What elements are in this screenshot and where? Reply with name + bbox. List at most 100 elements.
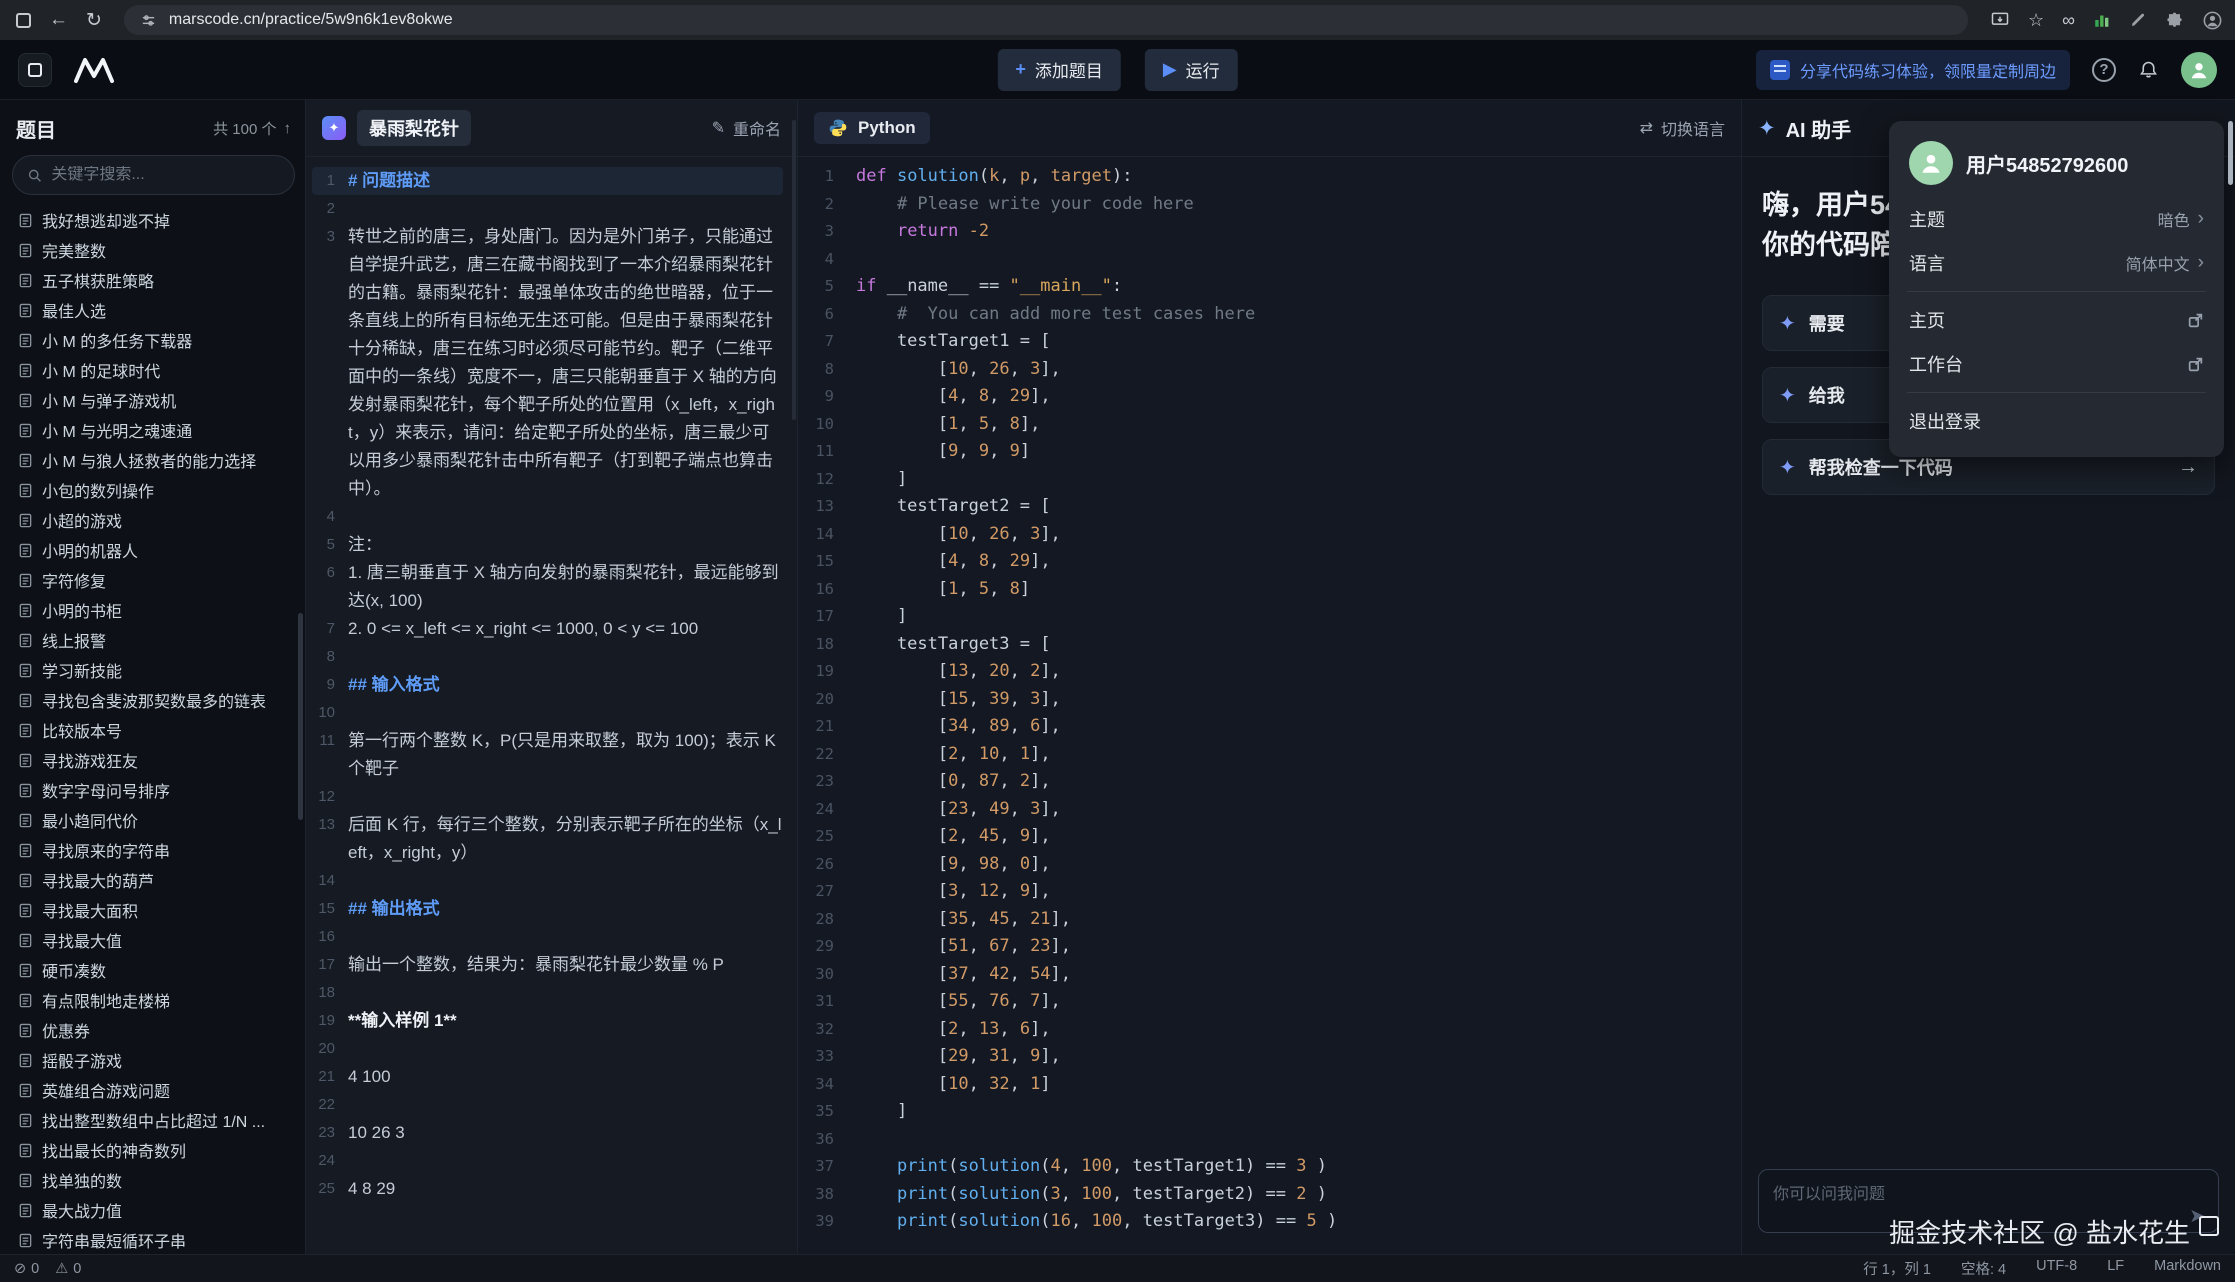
code-line[interactable]: 9 [4, 8, 29],	[798, 383, 1741, 411]
code-line[interactable]: 2 # Please write your code here	[798, 191, 1741, 219]
code-line[interactable]: 4	[798, 246, 1741, 274]
sidebar-problem-item[interactable]: 数字字母问号排序	[12, 775, 295, 805]
site-settings-icon[interactable]	[140, 12, 157, 29]
sidebar-problem-item[interactable]: 学习新技能	[12, 655, 295, 685]
switch-language-button[interactable]: ⇄ 切换语言	[1640, 116, 1725, 140]
sidebar-problem-item[interactable]: 字符串最短循环子串	[12, 1225, 295, 1254]
problem-scrollbar[interactable]	[792, 120, 796, 420]
indentation[interactable]: 空格: 4	[1961, 1258, 2006, 1279]
sidebar-problem-item[interactable]: 小 M 与狼人拯救者的能力选择	[12, 445, 295, 475]
eol[interactable]: LF	[2107, 1258, 2124, 1279]
code-line[interactable]: 16 [1, 5, 8]	[798, 576, 1741, 604]
extension-chart-icon[interactable]	[2093, 11, 2111, 29]
menu-item-logout[interactable]: 退出登录	[1907, 399, 2206, 443]
code-line[interactable]: 13 testTarget2 = [	[798, 493, 1741, 521]
sidebar-problem-item[interactable]: 寻找游戏狂友	[12, 745, 295, 775]
code-line[interactable]: 7 testTarget1 = [	[798, 328, 1741, 356]
code-line[interactable]: 37 print(solution(4, 100, testTarget1) =…	[798, 1153, 1741, 1181]
code-line[interactable]: 6 # You can add more test cases here	[798, 301, 1741, 329]
menu-item-workbench[interactable]: 工作台	[1907, 342, 2206, 386]
sidebar-problem-item[interactable]: 小 M 的多任务下载器	[12, 325, 295, 355]
notifications-bell-icon[interactable]	[2138, 59, 2159, 80]
reload-icon[interactable]: ↻	[86, 9, 102, 32]
ai-scrollbar[interactable]	[2228, 121, 2233, 185]
sidebar-problem-item[interactable]: 线上报警	[12, 625, 295, 655]
user-avatar[interactable]	[2181, 52, 2217, 88]
menu-item-language[interactable]: 语言 简体中文›	[1907, 241, 2206, 285]
sidebar-problem-item[interactable]: 最大战力值	[12, 1195, 295, 1225]
search-box[interactable]	[12, 155, 295, 195]
code-line[interactable]: 10 [1, 5, 8],	[798, 411, 1741, 439]
code-line[interactable]: 17 ]	[798, 603, 1741, 631]
sidebar-problem-item[interactable]: 五子棋获胜策略	[12, 265, 295, 295]
tab-overview-icon[interactable]	[16, 13, 31, 28]
sidebar-problem-item[interactable]: 寻找最大的葫芦	[12, 865, 295, 895]
workspace-icon[interactable]	[18, 53, 52, 87]
sidebar-problem-item[interactable]: 有点限制地走楼梯	[12, 985, 295, 1015]
cursor-position[interactable]: 行 1，列 1	[1863, 1258, 1931, 1279]
problem-title[interactable]: 暴雨梨花针	[357, 110, 471, 146]
run-button[interactable]: ▶ 运行	[1145, 49, 1238, 91]
menu-item-theme[interactable]: 主题 暗色›	[1907, 197, 2206, 241]
sidebar-problem-item[interactable]: 寻找最大面积	[12, 895, 295, 925]
sidebar-problem-item[interactable]: 字符修复	[12, 565, 295, 595]
code-line[interactable]: 21 [34, 89, 6],	[798, 713, 1741, 741]
extensions-puzzle-icon[interactable]	[2165, 11, 2184, 30]
rename-button[interactable]: ✎ 重命名	[712, 116, 781, 140]
sidebar-problem-item[interactable]: 小明的机器人	[12, 535, 295, 565]
address-bar[interactable]: marscode.cn/practice/5w9n6k1ev8okwe	[124, 5, 1968, 35]
code-line[interactable]: 30 [37, 42, 54],	[798, 961, 1741, 989]
sidebar-problem-item[interactable]: 比较版本号	[12, 715, 295, 745]
menu-item-home[interactable]: 主页	[1907, 298, 2206, 342]
encoding[interactable]: UTF-8	[2036, 1258, 2077, 1279]
code-line[interactable]: 32 [2, 13, 6],	[798, 1016, 1741, 1044]
sidebar-problem-item[interactable]: 小 M 与光明之魂速通	[12, 415, 295, 445]
extension-pen-icon[interactable]	[2129, 11, 2147, 29]
code-line[interactable]: 20 [15, 39, 3],	[798, 686, 1741, 714]
sidebar-problem-item[interactable]: 寻找包含斐波那契数最多的链表	[12, 685, 295, 715]
code-line[interactable]: 34 [10, 32, 1]	[798, 1071, 1741, 1099]
marscode-logo[interactable]	[72, 55, 118, 85]
file-language[interactable]: Markdown	[2154, 1258, 2221, 1279]
code-line[interactable]: 35 ]	[798, 1098, 1741, 1126]
code-line[interactable]: 3 return -2	[798, 218, 1741, 246]
back-icon[interactable]: ←	[49, 9, 68, 31]
warnings-indicator[interactable]: ⚠ 0	[55, 1261, 81, 1277]
promo-banner[interactable]: 分享代码练习体验，领限量定制周边	[1756, 50, 2070, 90]
collapse-up-icon[interactable]: ↑	[284, 120, 292, 137]
sidebar-problem-item[interactable]: 小包的数列操作	[12, 475, 295, 505]
code-line[interactable]: 25 [2, 45, 9],	[798, 823, 1741, 851]
sidebar-problem-item[interactable]: 找出最长的神奇数列	[12, 1135, 295, 1165]
code-line[interactable]: 14 [10, 26, 3],	[798, 521, 1741, 549]
sidebar-problem-item[interactable]: 最佳人选	[12, 295, 295, 325]
code-line[interactable]: 33 [29, 31, 9],	[798, 1043, 1741, 1071]
sidebar-problem-item[interactable]: 找单独的数	[12, 1165, 295, 1195]
code-line[interactable]: 22 [2, 10, 1],	[798, 741, 1741, 769]
install-app-icon[interactable]	[1990, 10, 2010, 30]
code-line[interactable]: 23 [0, 87, 2],	[798, 768, 1741, 796]
code-line[interactable]: 24 [23, 49, 3],	[798, 796, 1741, 824]
sidebar-problem-item[interactable]: 摇骰子游戏	[12, 1045, 295, 1075]
help-icon[interactable]: ?	[2092, 58, 2116, 82]
code-line[interactable]: 31 [55, 76, 7],	[798, 988, 1741, 1016]
sidebar-problem-item[interactable]: 优惠券	[12, 1015, 295, 1045]
code-line[interactable]: 18 testTarget3 = [	[798, 631, 1741, 659]
code-line[interactable]: 38 print(solution(3, 100, testTarget2) =…	[798, 1181, 1741, 1209]
code-line[interactable]: 12 ]	[798, 466, 1741, 494]
sidebar-problem-item[interactable]: 我好想逃却逃不掉	[12, 205, 295, 235]
extension-infinity-icon[interactable]: ∞	[2062, 10, 2075, 31]
sidebar-problem-item[interactable]: 最小趋同代价	[12, 805, 295, 835]
language-pill[interactable]: Python	[814, 112, 930, 144]
sidebar-scrollbar[interactable]	[298, 613, 303, 820]
code-line[interactable]: 27 [3, 12, 9],	[798, 878, 1741, 906]
sidebar-problem-item[interactable]: 英雄组合游戏问题	[12, 1075, 295, 1105]
sidebar-problem-item[interactable]: 小 M 与弹子游戏机	[12, 385, 295, 415]
sidebar-problem-item[interactable]: 完美整数	[12, 235, 295, 265]
sidebar-problem-item[interactable]: 寻找原来的字符串	[12, 835, 295, 865]
code-line[interactable]: 11 [9, 9, 9]	[798, 438, 1741, 466]
code-line[interactable]: 39 print(solution(16, 100, testTarget3) …	[798, 1208, 1741, 1236]
bookmark-star-icon[interactable]: ☆	[2028, 10, 2044, 31]
code-line[interactable]: 26 [9, 98, 0],	[798, 851, 1741, 879]
code-body[interactable]: 1def solution(k, p, target):2 # Please w…	[798, 157, 1741, 1254]
code-line[interactable]: 15 [4, 8, 29],	[798, 548, 1741, 576]
